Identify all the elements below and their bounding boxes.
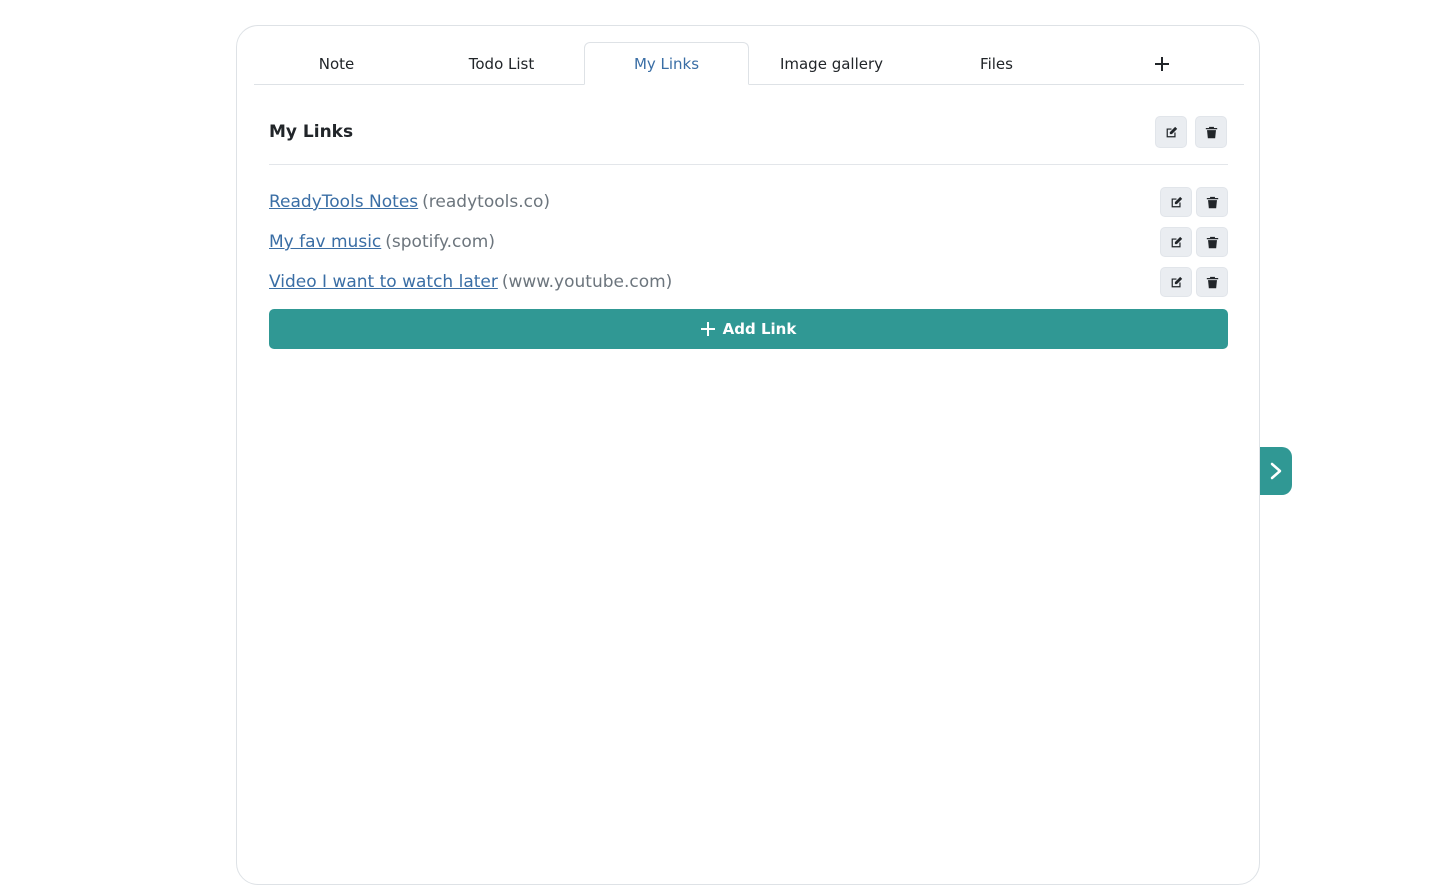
tab-note[interactable]: Note (254, 42, 419, 85)
plus-icon (1154, 56, 1169, 71)
link-row: ReadyTools Notes (readytools.co) (269, 182, 1228, 222)
trash-icon (1206, 236, 1218, 248)
tab-label: My Links (633, 54, 700, 73)
add-link-button[interactable]: Add Link (269, 309, 1228, 349)
edit-icon (1171, 276, 1182, 287)
section-actions (1155, 116, 1227, 148)
plus-icon (700, 322, 715, 336)
link-title[interactable]: ReadyTools Notes (269, 192, 418, 212)
tab-files[interactable]: Files (914, 42, 1079, 85)
edit-icon (1166, 126, 1177, 137)
link-list: ReadyTools Notes (readytools.co) My fav m… (269, 182, 1228, 302)
tab-label: Image gallery (779, 54, 884, 73)
link-domain: (www.youtube.com) (501, 272, 673, 292)
edit-link-button[interactable] (1160, 187, 1192, 217)
tab-todo-list[interactable]: Todo List (419, 42, 584, 85)
section-title: My Links (269, 122, 354, 142)
tab-label: Note (318, 54, 355, 73)
edit-icon (1171, 196, 1182, 207)
trash-icon (1206, 196, 1218, 208)
link-text: Video I want to watch later (www.youtube.… (269, 272, 672, 292)
sidebar-toggle-button[interactable] (1260, 447, 1292, 495)
link-actions (1160, 187, 1228, 217)
link-actions (1160, 227, 1228, 257)
edit-section-button[interactable] (1155, 116, 1187, 148)
trash-icon (1206, 276, 1218, 288)
link-row: My fav music (spotify.com) (269, 222, 1228, 262)
link-domain: (spotify.com) (385, 232, 496, 252)
tab-label: Todo List (468, 54, 535, 73)
add-link-label: Add Link (722, 320, 797, 338)
edit-link-button[interactable] (1160, 227, 1192, 257)
tab-label: Files (980, 54, 1013, 73)
delete-link-button[interactable] (1196, 267, 1228, 297)
delete-section-button[interactable] (1195, 116, 1227, 148)
link-title[interactable]: Video I want to watch later (269, 272, 498, 292)
link-row: Video I want to watch later (www.youtube.… (269, 262, 1228, 302)
link-text: My fav music (spotify.com) (269, 232, 495, 252)
edit-link-button[interactable] (1160, 267, 1192, 297)
edit-icon (1171, 236, 1182, 247)
link-text: ReadyTools Notes (readytools.co) (269, 192, 550, 212)
delete-link-button[interactable] (1196, 227, 1228, 257)
link-domain: (readytools.co) (422, 192, 550, 212)
chevron-right-icon (1270, 462, 1282, 480)
links-panel: Note Todo List My Links Image gallery Fi… (236, 25, 1260, 885)
tab-image-gallery[interactable]: Image gallery (749, 42, 914, 85)
add-tab-button[interactable] (1079, 42, 1244, 85)
link-actions (1160, 267, 1228, 297)
link-title[interactable]: My fav music (269, 232, 381, 252)
delete-link-button[interactable] (1196, 187, 1228, 217)
section-divider (269, 164, 1228, 165)
tab-my-links[interactable]: My Links (584, 42, 749, 85)
trash-icon (1205, 126, 1217, 138)
tab-bar: Note Todo List My Links Image gallery Fi… (254, 42, 1244, 85)
